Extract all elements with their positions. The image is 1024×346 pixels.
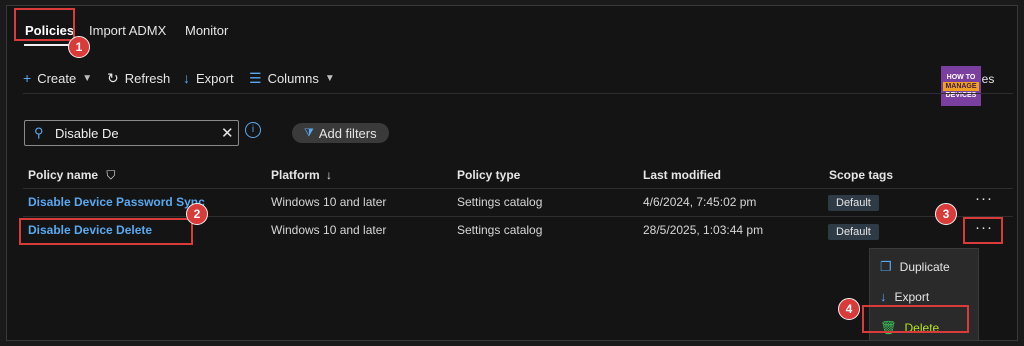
search-value: Disable De: [55, 126, 119, 141]
platform-cell: Windows 10 and later: [271, 223, 387, 237]
create-label: Create: [37, 70, 77, 86]
logo-line3: DEVICES: [945, 91, 977, 99]
refresh-icon: ↻: [107, 70, 119, 86]
column-header-platform[interactable]: Platform ↓: [271, 168, 332, 182]
policy-link[interactable]: Disable Device Password Sync: [28, 195, 205, 209]
sort-down-icon: ↓: [326, 168, 333, 182]
filter-icon: ⛉: [106, 168, 116, 182]
export-button[interactable]: ↓ Export: [183, 70, 234, 86]
columns-icon: ☰: [249, 70, 262, 86]
export-label: Export: [196, 70, 234, 86]
copy-icon: ❐: [880, 259, 892, 274]
tab-import-admx[interactable]: Import ADMX: [89, 23, 166, 38]
chevron-down-icon: ▼: [82, 72, 93, 84]
policies-panel: Policies Import ADMX Monitor + Create ▼ …: [6, 5, 1018, 341]
columns-button[interactable]: ☰ Columns ▼: [249, 70, 335, 87]
column-header-policy-type[interactable]: Policy type: [457, 168, 520, 182]
column-header-policy-name[interactable]: Policy name ⛉: [28, 168, 115, 183]
header-divider: [23, 188, 1013, 189]
scope-tag-badge: Default: [828, 224, 879, 240]
column-header-scope-tags[interactable]: Scope tags: [829, 168, 893, 182]
step-badge-3: 3: [935, 203, 957, 225]
step-badge-1: 1: [68, 36, 90, 58]
last-modified-cell: 4/6/2024, 7:45:02 pm: [643, 195, 757, 209]
filter-icon: ⧩: [304, 126, 314, 139]
download-icon: ↓: [880, 289, 887, 304]
how-to-manage-devices-logo: HOW TO MANAGE DEVICES: [941, 66, 981, 106]
platform-cell: Windows 10 and later: [271, 195, 387, 209]
highlight-box-more-actions: [963, 217, 1003, 244]
create-button[interactable]: + Create ▼: [23, 70, 92, 86]
plus-icon: +: [23, 70, 32, 86]
refresh-button[interactable]: ↻ Refresh: [107, 70, 170, 87]
download-icon: ↓: [183, 70, 190, 86]
refresh-label: Refresh: [124, 71, 171, 86]
highlight-box-policies-tab: [14, 8, 75, 41]
last-modified-cell: 28/5/2025, 1:03:44 pm: [643, 223, 764, 237]
menu-item-duplicate[interactable]: ❐ Duplicate: [880, 259, 950, 275]
highlight-box-delete: [862, 305, 969, 333]
clear-icon[interactable]: ✕: [221, 124, 234, 142]
add-filters-label: Add filters: [318, 125, 377, 141]
menu-item-export[interactable]: ↓ Export: [880, 289, 929, 304]
row-divider: [23, 216, 1013, 217]
more-actions-icon[interactable]: ···: [975, 190, 993, 207]
tab-monitor[interactable]: Monitor: [185, 23, 228, 38]
policy-type-cell: Settings catalog: [457, 223, 543, 237]
search-input[interactable]: ⚲ Disable De ✕: [24, 120, 239, 146]
toolbar-divider: [23, 93, 1013, 94]
policy-type-cell: Settings catalog: [457, 195, 543, 209]
logo-line1: HOW TO: [946, 73, 976, 81]
highlight-box-policy-row: [19, 218, 193, 245]
step-badge-2: 2: [186, 203, 208, 225]
logo-line2: MANAGE: [943, 81, 979, 91]
column-header-last-modified[interactable]: Last modified: [643, 168, 721, 182]
add-filters-button[interactable]: ⧩ Add filters: [292, 123, 389, 143]
search-icon: ⚲: [34, 125, 44, 140]
info-icon[interactable]: i: [245, 122, 261, 138]
step-badge-4: 4: [838, 298, 860, 320]
scope-tag-badge: Default: [828, 195, 879, 211]
chevron-down-icon: ▼: [324, 73, 335, 84]
columns-label: Columns: [267, 71, 319, 86]
